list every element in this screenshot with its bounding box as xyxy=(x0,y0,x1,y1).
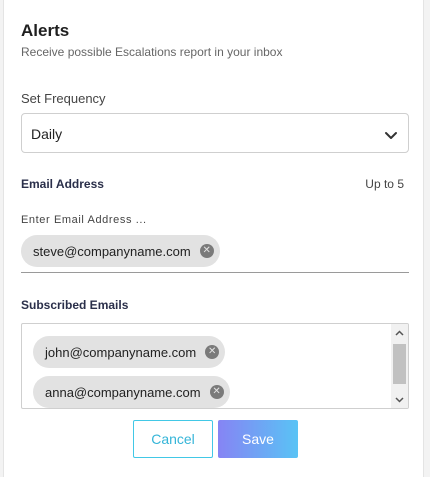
scroll-up-arrow-icon[interactable] xyxy=(391,324,408,341)
email-address-heading: Email Address xyxy=(21,177,104,191)
remove-chip-icon[interactable]: ✕ xyxy=(205,345,220,359)
subscribed-emails-list[interactable]: john@companyname.com ✕ anna@companyname.… xyxy=(21,323,409,409)
email-limit-text: Up to 5 xyxy=(365,177,404,191)
subscribed-email-chip: anna@companyname.com ✕ xyxy=(33,376,230,408)
email-chip-label: steve@companyname.com xyxy=(33,243,191,259)
email-input-label: Enter Email Address ... xyxy=(21,214,147,226)
frequency-select[interactable]: Daily xyxy=(21,113,409,153)
chevron-down-icon xyxy=(385,132,397,139)
email-input-field[interactable] xyxy=(21,272,409,273)
scrollbar[interactable] xyxy=(391,324,408,408)
remove-chip-icon[interactable]: ✕ xyxy=(209,385,224,399)
subscribed-email-chip: john@companyname.com ✕ xyxy=(33,336,226,368)
scrollbar-thumb[interactable] xyxy=(393,344,406,384)
remove-chip-icon[interactable]: ✕ xyxy=(199,244,214,258)
subscribed-email-label: anna@companyname.com xyxy=(45,384,201,400)
cancel-button[interactable]: Cancel xyxy=(133,420,213,458)
save-button[interactable]: Save xyxy=(218,420,298,458)
subscribed-emails-heading: Subscribed Emails xyxy=(21,298,129,312)
scroll-down-arrow-icon[interactable] xyxy=(391,391,408,408)
alerts-modal: Alerts Receive possible Escalations repo… xyxy=(3,0,424,477)
email-chip: steve@companyname.com ✕ xyxy=(21,235,220,267)
frequency-label: Set Frequency xyxy=(21,91,106,106)
frequency-selected-value: Daily xyxy=(31,126,63,142)
subscribed-email-label: john@companyname.com xyxy=(45,344,197,360)
modal-subtitle: Receive possible Escalations report in y… xyxy=(21,45,283,59)
modal-title: Alerts xyxy=(21,21,70,40)
